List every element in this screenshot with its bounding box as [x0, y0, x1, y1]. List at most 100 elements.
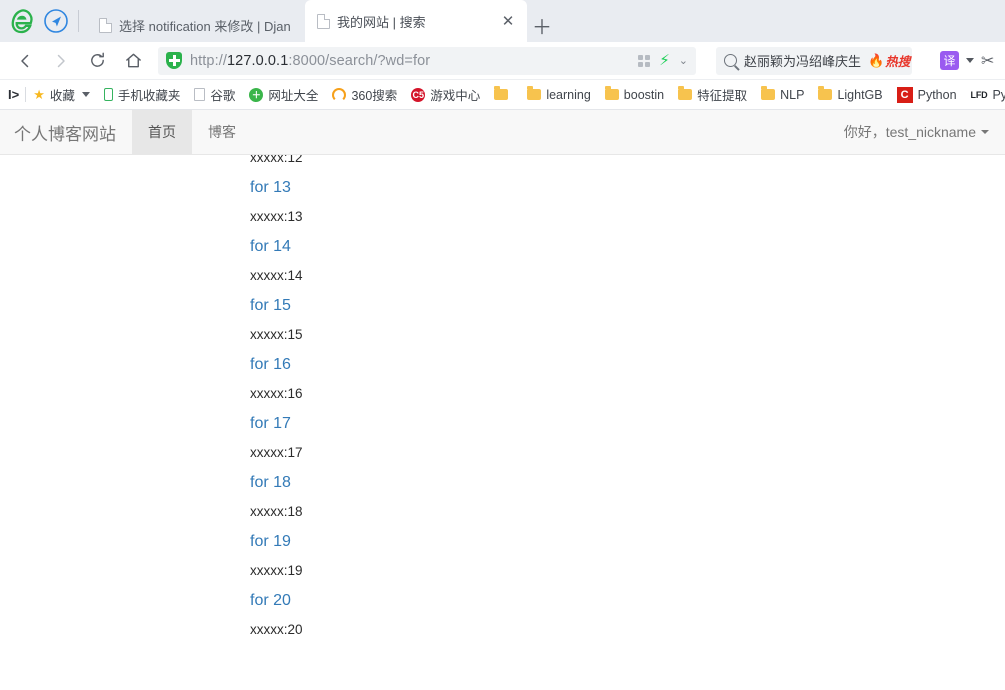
browser-chrome: 选择 notification 来修改 | Djan 我的网站 | 搜索 ✕ ＋ — [0, 0, 1005, 110]
bookmark-folder-feature-extraction[interactable]: 特征提取 — [671, 83, 754, 107]
bookmark-label: learning — [546, 87, 591, 102]
result-item: for 16 xxxxx:16 — [250, 350, 1005, 409]
result-link[interactable]: for 17 — [250, 409, 1005, 439]
result-item: for 13 xxxxx:13 — [250, 173, 1005, 232]
result-item: for 14 xxxxx:14 — [250, 232, 1005, 291]
toolbar-right-actions: 译 ✂ — [940, 51, 997, 71]
browser-toolbar: http://127.0.0.1:8000/search/?wd=for ⚡ ⌄… — [0, 42, 1005, 80]
result-snippet: xxxxx:20 — [250, 622, 303, 637]
back-button[interactable] — [8, 46, 42, 76]
page-icon — [99, 17, 112, 33]
result-link[interactable]: for 18 — [250, 468, 1005, 498]
bookmark-label: NLP — [780, 87, 805, 102]
result-link[interactable]: for 15 — [250, 291, 1005, 321]
result-snippet: xxxxx:17 — [250, 445, 303, 460]
bookmark-item-mobile-favorites[interactable]: 手机收藏夹 — [97, 83, 188, 107]
partial-tool-icon[interactable]: ✂ — [981, 51, 995, 71]
address-bar[interactable]: http://127.0.0.1:8000/search/?wd=for ⚡ ⌄ — [158, 46, 696, 75]
search-results-inner: xxxxx:12 for 13 xxxxx:13 for 14 xxxxx:14… — [0, 155, 1005, 645]
bookmarks-bar: I> ★ 收藏 手机收藏夹 谷歌 ＋ 网址大全 360搜索 C5 游戏中心 le… — [0, 80, 1005, 110]
tab-title: 我的网站 | 搜索 — [337, 14, 426, 30]
forward-button[interactable] — [44, 46, 78, 76]
result-snippet: xxxxx:14 — [250, 268, 303, 283]
browser-logo-zone — [0, 0, 87, 42]
nav-item-home[interactable]: 首页 — [132, 110, 192, 154]
bookmark-label: 收藏 — [49, 89, 75, 103]
site-navbar: 个人博客网站 首页 博客 你好，test_nickname — [0, 110, 1005, 155]
user-greeting: 你好，test_nickname — [843, 124, 976, 140]
close-icon[interactable]: ✕ — [499, 12, 517, 30]
hot-search-badge[interactable]: 🔥 热搜 — [868, 51, 910, 70]
folder-icon — [527, 86, 542, 100]
chevron-down-icon[interactable]: ⌄ — [679, 54, 688, 67]
folder-icon — [678, 86, 693, 100]
bookmark-item-python-lfd[interactable]: LFD Python — [964, 83, 1005, 107]
lightning-icon[interactable]: ⚡ — [659, 53, 670, 68]
browser-search-box[interactable]: 赵丽颖为冯绍峰庆生 🔥 热搜 — [716, 46, 912, 75]
search-results-list: xxxxx:12 for 13 xxxxx:13 for 14 xxxxx:14… — [0, 155, 1005, 690]
url-host: 127.0.0.1 — [226, 52, 289, 69]
result-item: for 17 xxxxx:17 — [250, 409, 1005, 468]
bookmarks-expand-icon[interactable]: I> — [4, 83, 25, 107]
caret-down-icon[interactable] — [966, 58, 974, 63]
hao123-icon: ＋ — [249, 87, 264, 102]
nav-item-blog[interactable]: 博客 — [192, 110, 252, 154]
result-link[interactable]: for 13 — [250, 173, 1005, 203]
user-menu[interactable]: 你好，test_nickname — [828, 110, 1005, 154]
app-grid-icon[interactable] — [638, 54, 651, 67]
folder-icon — [818, 86, 833, 100]
page-icon — [194, 88, 206, 101]
bookmark-label: Python — [992, 87, 1005, 102]
result-snippet: xxxxx:18 — [250, 504, 303, 519]
bookmark-folder-unnamed[interactable] — [487, 83, 520, 107]
bookmark-item-hao123[interactable]: ＋ 网址大全 — [242, 83, 325, 107]
url-path: :8000/search/?wd=for — [288, 52, 431, 69]
bookmark-label: 特征提取 — [697, 89, 748, 103]
translate-icon[interactable]: 译 — [940, 51, 959, 70]
caret-down-icon — [81, 92, 90, 97]
folder-icon — [604, 86, 619, 100]
shield-plus-icon — [166, 52, 182, 69]
result-link[interactable]: for 14 — [250, 232, 1005, 262]
result-snippet: xxxxx:15 — [250, 327, 303, 342]
reload-button[interactable] — [80, 46, 114, 76]
ie-e-logo — [8, 7, 36, 35]
bookmark-item-360search[interactable]: 360搜索 — [325, 83, 404, 107]
bookmark-label: 网址大全 — [268, 89, 319, 103]
search-input[interactable]: 赵丽颖为冯绍峰庆生 — [744, 51, 861, 70]
site-brand[interactable]: 个人博客网站 — [0, 110, 132, 154]
bookmark-label: 手机收藏夹 — [117, 89, 181, 103]
bookmark-item-python-c[interactable]: C Python — [890, 83, 964, 107]
home-button[interactable] — [116, 46, 150, 76]
bookmark-item-google[interactable]: 谷歌 — [187, 83, 242, 107]
browser-tab-active[interactable]: 我的网站 | 搜索 ✕ — [305, 0, 527, 42]
result-item: for 15 xxxxx:15 — [250, 291, 1005, 350]
bookmark-item-favorites[interactable]: ★ 收藏 — [26, 83, 97, 107]
bookmark-label: LightGB — [837, 87, 883, 102]
result-link[interactable]: for 16 — [250, 350, 1005, 380]
tab-title: 选择 notification 来修改 | Djan — [119, 18, 291, 34]
bookmark-label: 谷歌 — [210, 89, 236, 103]
bookmark-item-game-center[interactable]: C5 游戏中心 — [404, 83, 487, 107]
star-icon: ★ — [33, 86, 45, 102]
new-tab-button[interactable]: ＋ — [527, 8, 557, 42]
bookmark-folder-nlp[interactable]: NLP — [754, 83, 811, 107]
address-bar-url: http://127.0.0.1:8000/search/?wd=for — [190, 53, 430, 69]
result-link[interactable]: for 20 — [250, 586, 1005, 616]
phone-icon — [103, 88, 113, 101]
result-link[interactable]: for 19 — [250, 527, 1005, 557]
url-scheme: http:// — [190, 52, 227, 69]
folder-icon — [494, 86, 509, 100]
browser-tab-inactive[interactable]: 选择 notification 来修改 | Djan — [87, 8, 305, 42]
cs-game-icon: C5 — [411, 87, 426, 102]
bookmark-folder-boosting[interactable]: boostin — [598, 83, 671, 107]
search-icon — [724, 54, 737, 67]
folder-icon — [761, 86, 776, 100]
compass-navigator-icon[interactable] — [44, 9, 68, 33]
tab-strip: 选择 notification 来修改 | Djan 我的网站 | 搜索 ✕ ＋ — [0, 0, 1005, 42]
bookmark-folder-learning[interactable]: learning — [520, 83, 597, 107]
flame-icon: 🔥 — [868, 52, 885, 68]
c-red-icon: C — [896, 86, 913, 103]
bookmark-folder-lightgbm[interactable]: LightGB — [811, 83, 889, 107]
chrome-divider — [78, 10, 79, 32]
